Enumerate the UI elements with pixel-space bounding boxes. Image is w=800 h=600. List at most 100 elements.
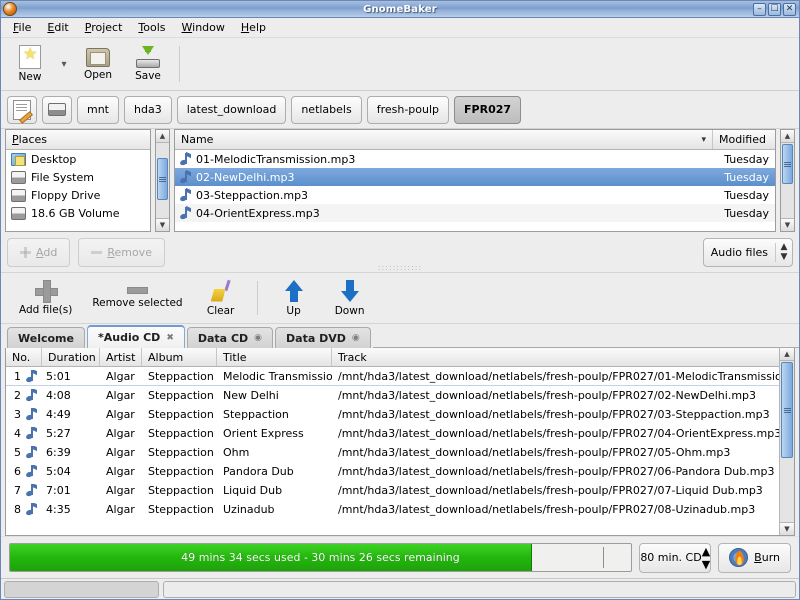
arrow-down-icon <box>340 279 359 302</box>
track-row[interactable]: 2 4:08 Algar Steppaction New Delhi /mnt/… <box>6 386 779 405</box>
move-up-button[interactable]: Up <box>266 279 322 317</box>
column-header-artist[interactable]: Artist <box>100 348 142 366</box>
track-table-scrollbar[interactable]: ▲ ▼ <box>779 348 794 535</box>
scroll-down-icon[interactable]: ▼ <box>781 218 794 231</box>
broom-icon <box>210 279 232 302</box>
tab-data-dvd[interactable]: Data DVD ◉ <box>275 327 371 348</box>
scrollbar-thumb[interactable] <box>157 158 168 200</box>
breadcrumb-netlabels[interactable]: netlabels <box>291 95 362 124</box>
menu-edit[interactable]: Edit <box>39 19 76 36</box>
close-icon[interactable]: ✖ <box>166 333 174 343</box>
track-row[interactable]: 1 5:01 Algar Steppaction Melodic Transmi… <box>6 367 779 386</box>
add-files-button[interactable]: Add file(s) <box>9 280 82 316</box>
menu-project[interactable]: Project <box>77 19 131 36</box>
column-header-title[interactable]: Title <box>217 348 332 366</box>
disc-size-combo[interactable]: 80 min. CD ▲ ▼ <box>639 542 712 573</box>
track-row[interactable]: 4 5:27 Algar Steppaction Orient Express … <box>6 424 779 443</box>
file-row[interactable]: 01-MelodicTransmission.mp3 Tuesday <box>175 150 775 168</box>
spinner-arrows-icon[interactable]: ▲ ▼ <box>776 242 792 262</box>
column-header-name[interactable]: Name ▾ <box>175 130 713 149</box>
file-name-label: 01-MelodicTransmission.mp3 <box>196 152 356 166</box>
track-artist-cell: Algar <box>106 503 135 516</box>
scrollbar-thumb[interactable] <box>781 362 793 458</box>
burn-bar: 49 mins 34 secs used - 30 mins 26 secs r… <box>1 536 799 578</box>
track-row[interactable]: 7 7:01 Algar Steppaction Liquid Dub /mnt… <box>6 481 779 500</box>
column-header-modified[interactable]: Modified <box>713 130 775 149</box>
track-row[interactable]: 3 4:49 Algar Steppaction Steppaction /mn… <box>6 405 779 424</box>
spinner-arrows-icon[interactable]: ▲ ▼ <box>702 545 710 571</box>
add-button[interactable]: Add <box>7 237 71 267</box>
menu-file-rest: ile <box>18 21 32 34</box>
places-item-label: File System <box>31 170 94 184</box>
track-no-label: 2 <box>14 389 21 402</box>
scroll-down-icon[interactable]: ▼ <box>780 522 794 535</box>
close-icon[interactable]: ◉ <box>254 333 262 343</box>
places-item-file-system[interactable]: File System <box>6 168 150 186</box>
music-note-icon <box>26 465 37 478</box>
remove-button[interactable]: Remove <box>78 237 165 267</box>
maximize-button[interactable]: ☐ <box>768 2 781 16</box>
file-name-cell: 03-Steppaction.mp3 <box>175 187 713 202</box>
column-header-track[interactable]: Track <box>332 348 779 366</box>
tab-label: Welcome <box>18 331 74 345</box>
menu-window[interactable]: Window <box>174 19 233 36</box>
scroll-down-icon[interactable]: ▼ <box>156 218 169 231</box>
scroll-up-icon[interactable]: ▲ <box>781 130 794 143</box>
pane-splitter-handle[interactable]: :::::::::::: <box>1 264 799 272</box>
breadcrumb-fpr027[interactable]: FPR027 <box>454 95 522 124</box>
new-button[interactable]: New <box>5 40 55 89</box>
minimize-button[interactable]: – <box>753 2 766 16</box>
track-row[interactable]: 5 6:39 Algar Steppaction Ohm /mnt/hda3/l… <box>6 443 779 462</box>
move-down-button[interactable]: Down <box>322 279 378 317</box>
places-item-volume[interactable]: 18.6 GB Volume <box>6 204 150 222</box>
clear-button[interactable]: Clear <box>193 279 249 317</box>
window-controls: – ☐ ✕ <box>753 2 799 16</box>
breadcrumb-mnt[interactable]: mnt <box>77 95 119 124</box>
tab-audio-cd[interactable]: *Audio CD ✖ <box>86 325 185 348</box>
menu-tools[interactable]: Tools <box>130 19 173 36</box>
track-no-label: 4 <box>14 427 21 440</box>
track-row[interactable]: 6 5:04 Algar Steppaction Pandora Dub /mn… <box>6 462 779 481</box>
track-album-cell: Steppaction <box>148 503 214 516</box>
track-artist-cell: Algar <box>106 389 135 402</box>
track-album-cell: Steppaction <box>148 408 214 421</box>
track-duration-cell: 4:49 <box>46 408 71 421</box>
places-scrollbar[interactable]: ▲ ▼ <box>155 129 170 232</box>
file-row[interactable]: 03-Steppaction.mp3 Tuesday <box>175 186 775 204</box>
file-list-scrollbar[interactable]: ▲ ▼ <box>780 129 795 232</box>
places-item-floppy-drive[interactable]: Floppy Drive <box>6 186 150 204</box>
file-filter-combo[interactable]: Audio files ▲ ▼ <box>702 237 793 267</box>
open-button[interactable]: Open <box>73 40 123 89</box>
column-header-no[interactable]: No. <box>6 348 42 366</box>
tabs-filler <box>372 327 799 348</box>
tab-data-cd[interactable]: Data CD ◉ <box>186 327 274 348</box>
scroll-up-icon[interactable]: ▲ <box>780 348 794 361</box>
menu-bar: File Edit Project Tools Window Help <box>1 18 799 38</box>
file-row[interactable]: 04-OrientExpress.mp3 Tuesday <box>175 204 775 222</box>
close-button[interactable]: ✕ <box>783 2 796 16</box>
remove-selected-button[interactable]: Remove selected <box>82 287 192 309</box>
column-header-album[interactable]: Album <box>142 348 217 366</box>
breadcrumb-latest-download[interactable]: latest_download <box>176 95 287 124</box>
track-title-cell: Orient Express <box>223 427 304 440</box>
location-entry-toggle-button[interactable] <box>7 95 37 124</box>
burn-button[interactable]: Burn <box>718 542 791 573</box>
tab-welcome[interactable]: Welcome <box>7 327 85 348</box>
breadcrumb-root-button[interactable] <box>42 95 72 124</box>
breadcrumb-fresh-poulp[interactable]: fresh-poulp <box>366 95 450 124</box>
title-bar: GnomeBaker – ☐ ✕ <box>1 1 799 18</box>
save-button[interactable]: Save <box>123 40 173 89</box>
new-dropdown-button[interactable]: ▾ <box>55 59 73 70</box>
scroll-up-icon[interactable]: ▲ <box>156 130 169 143</box>
scrollbar-thumb[interactable] <box>782 144 793 184</box>
breadcrumb-hda3[interactable]: hda3 <box>124 95 172 124</box>
column-header-duration[interactable]: Duration <box>42 348 100 366</box>
track-row[interactable]: 8 4:35 Algar Steppaction Uzinadub /mnt/h… <box>6 500 779 519</box>
menu-help[interactable]: Help <box>233 19 274 36</box>
track-no-label: 7 <box>14 484 21 497</box>
file-row-selected[interactable]: 02-NewDelhi.mp3 Tuesday <box>175 168 775 186</box>
menu-file[interactable]: File <box>5 19 39 36</box>
places-item-desktop[interactable]: Desktop <box>6 150 150 168</box>
plus-icon <box>35 280 59 303</box>
close-icon[interactable]: ◉ <box>352 333 360 343</box>
